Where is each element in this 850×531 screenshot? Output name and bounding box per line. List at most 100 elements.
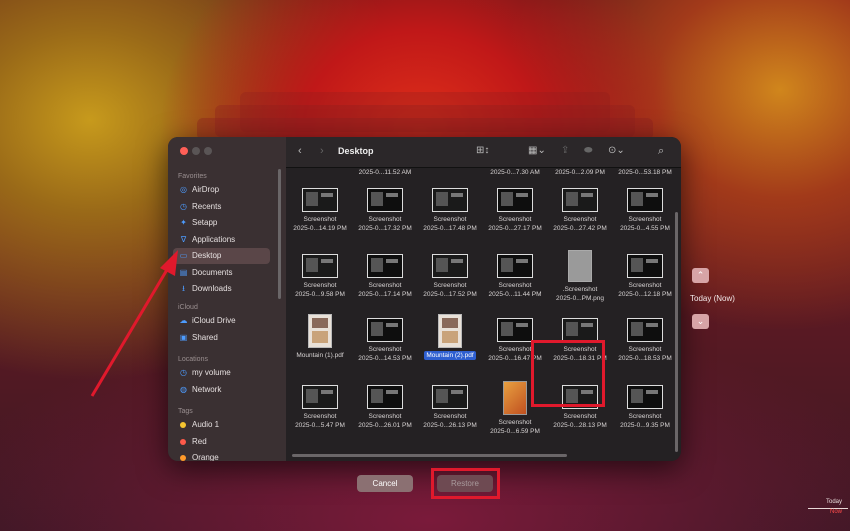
file-name: Screenshot	[498, 216, 532, 223]
sidebar-item-documents[interactable]: ▤ Documents	[173, 265, 270, 281]
view-options-icon[interactable]: ⊞↕	[476, 145, 489, 156]
sidebar-item-label: Network	[192, 384, 222, 394]
timemachine-current-date: Today (Now)	[690, 294, 735, 303]
timeline-now-label[interactable]: Now	[830, 509, 842, 515]
file-date: 2025-0...6.59 PM	[490, 428, 540, 435]
minimize-window-button[interactable]	[192, 147, 200, 155]
file-item[interactable]: Screenshot 2025-0...4.55 PM	[613, 188, 677, 233]
file-name: Screenshot	[628, 346, 662, 353]
close-window-button[interactable]	[180, 147, 188, 155]
sidebar-item-my-volume[interactable]: ◷ my volume	[173, 365, 270, 381]
screenshot-thumbnail	[497, 254, 533, 278]
screenshot-thumbnail	[367, 385, 403, 409]
sidebar-item-audio-1[interactable]: Audio 1	[173, 417, 270, 433]
file-date: 2025-0...PM.png	[555, 295, 605, 302]
file-item[interactable]: Screenshot 2025-0...14.19 PM	[288, 188, 352, 233]
cancel-button[interactable]: Cancel	[357, 475, 413, 492]
file-item[interactable]: Screenshot 2025-0...14.53 PM	[353, 318, 417, 363]
sidebar-item-orange[interactable]: Orange	[173, 450, 270, 461]
file-item[interactable]: Screenshot 2025-0...18.53 PM	[613, 318, 677, 363]
file-item[interactable]: Screenshot 2025-0...27.17 PM	[483, 188, 547, 233]
file-label-partial[interactable]: 2025-0...11.52 AM	[353, 169, 417, 176]
file-item[interactable]: Screenshot 2025-0...17.14 PM	[353, 254, 417, 299]
horizontal-scrollbar[interactable]	[292, 454, 567, 457]
file-name: Screenshot	[498, 419, 532, 426]
sidebar-item-desktop[interactable]: ▭ Desktop	[173, 248, 270, 264]
file-item[interactable]: Screenshot 2025-0...17.52 PM	[418, 254, 482, 299]
clock-icon: ◷	[180, 368, 187, 377]
sidebar-item-red[interactable]: Red	[173, 434, 270, 450]
tag-color-dot-icon	[180, 422, 186, 428]
sidebar-item-airdrop[interactable]: ◎ AirDrop	[173, 182, 270, 198]
group-by-icon[interactable]: ▦⌄	[528, 145, 546, 156]
window-title: Desktop	[338, 146, 374, 156]
file-name: Screenshot	[628, 413, 662, 420]
file-label-partial[interactable]: 2025-0...7.30 AM	[483, 169, 547, 176]
forward-button[interactable]: ›	[320, 145, 324, 157]
sidebar-scrollbar[interactable]	[278, 169, 281, 299]
toolbar: ‹ › Desktop ⊞↕ ▦⌄ ⇪ ⬬ ⊙⌄ ⌕	[286, 137, 681, 168]
share-icon[interactable]: ⇪	[561, 145, 569, 156]
file-name: Screenshot	[368, 282, 402, 289]
sidebar-item-label: Desktop	[192, 251, 222, 260]
sidebar-item-recents[interactable]: ◷ Recents	[173, 199, 270, 215]
screenshot-thumbnail	[432, 188, 468, 212]
pdf-thumbnail	[438, 314, 462, 348]
tag-icon[interactable]: ⬬	[584, 145, 593, 156]
applications-icon: ∇	[180, 234, 187, 244]
sidebar-section-title: Favorites	[178, 173, 207, 180]
sidebar-item-label: Downloads	[192, 284, 232, 293]
pdf-thumbnail	[308, 314, 332, 348]
screenshot-thumbnail	[503, 381, 527, 415]
sidebar-item-network[interactable]: ◍ Network	[173, 382, 270, 398]
timeline-ticks	[808, 508, 848, 509]
sidebar-item-downloads[interactable]: ⭳ Downloads	[173, 281, 270, 297]
file-item[interactable]: Screenshot 2025-0...17.48 PM	[418, 188, 482, 233]
sidebar-item-shared[interactable]: ▣ Shared	[173, 330, 270, 346]
file-browser: ‹ › Desktop ⊞↕ ▦⌄ ⇪ ⬬ ⊙⌄ ⌕ 2025-0...11.5…	[286, 137, 681, 461]
zoom-window-button[interactable]	[204, 147, 212, 155]
file-item[interactable]: Screenshot 2025-0...5.47 PM	[288, 385, 352, 430]
screenshot-thumbnail	[562, 188, 598, 212]
file-item[interactable]: Screenshot 2025-0...11.44 PM	[483, 254, 547, 299]
sidebar-item-applications[interactable]: ∇ Applications	[173, 232, 270, 248]
file-item[interactable]: Mountain (1).pdf	[288, 314, 352, 360]
search-icon[interactable]: ⌕	[658, 145, 664, 158]
sidebar-item-label: AirDrop	[192, 185, 220, 194]
screenshot-thumbnail	[367, 254, 403, 278]
file-item[interactable]: Screenshot 2025-0...12.18 PM	[613, 254, 677, 299]
sidebar-item-setapp[interactable]: ✦ Setapp	[173, 215, 270, 231]
file-name: Screenshot	[563, 216, 597, 223]
png-file-icon	[568, 250, 592, 282]
airdrop-icon: ◎	[180, 185, 187, 194]
file-name: Screenshot	[498, 282, 532, 289]
more-actions-icon[interactable]: ⊙⌄	[608, 145, 625, 156]
file-date: 2025-0...17.48 PM	[423, 225, 477, 232]
file-date: 2025-0...17.32 PM	[358, 225, 412, 232]
back-button[interactable]: ‹	[298, 145, 302, 157]
timemachine-down-arrow-icon[interactable]: ⌄	[692, 314, 709, 329]
vertical-scrollbar[interactable]	[675, 212, 678, 452]
file-date: 2025-0...12.18 PM	[618, 291, 672, 298]
file-item[interactable]: Mountain (2).pdf	[418, 314, 482, 360]
file-item[interactable]: .Screenshot 2025-0...PM.png	[548, 250, 612, 303]
screenshot-thumbnail	[627, 188, 663, 212]
file-name: Screenshot	[303, 216, 337, 223]
file-label-partial[interactable]: 2025-0...2.09 PM	[548, 169, 612, 176]
file-name: Screenshot	[303, 413, 337, 420]
shared-folder-icon: ▣	[179, 332, 188, 342]
file-item[interactable]: Screenshot 2025-0...26.13 PM	[418, 385, 482, 430]
file-item[interactable]: Screenshot 2025-0...27.42 PM	[548, 188, 612, 233]
file-label-partial[interactable]: 2025-0...53.18 PM	[613, 169, 677, 176]
screenshot-thumbnail	[497, 188, 533, 212]
sidebar-item-icloud-drive[interactable]: ☁ iCloud Drive	[173, 313, 270, 329]
file-item[interactable]: Screenshot 2025-0...9.58 PM	[288, 254, 352, 299]
file-date: 2025-0...26.01 PM	[358, 422, 412, 429]
file-item[interactable]: Screenshot 2025-0...9.35 PM	[613, 385, 677, 430]
file-date: 2025-0...27.17 PM	[488, 225, 542, 232]
file-item[interactable]: Screenshot 2025-0...26.01 PM	[353, 385, 417, 430]
file-item[interactable]: Screenshot 2025-0...17.32 PM	[353, 188, 417, 233]
file-name: Screenshot	[368, 346, 402, 353]
timeline-today-label[interactable]: Today	[826, 499, 842, 505]
timemachine-up-arrow-icon[interactable]: ⌃	[692, 268, 709, 283]
